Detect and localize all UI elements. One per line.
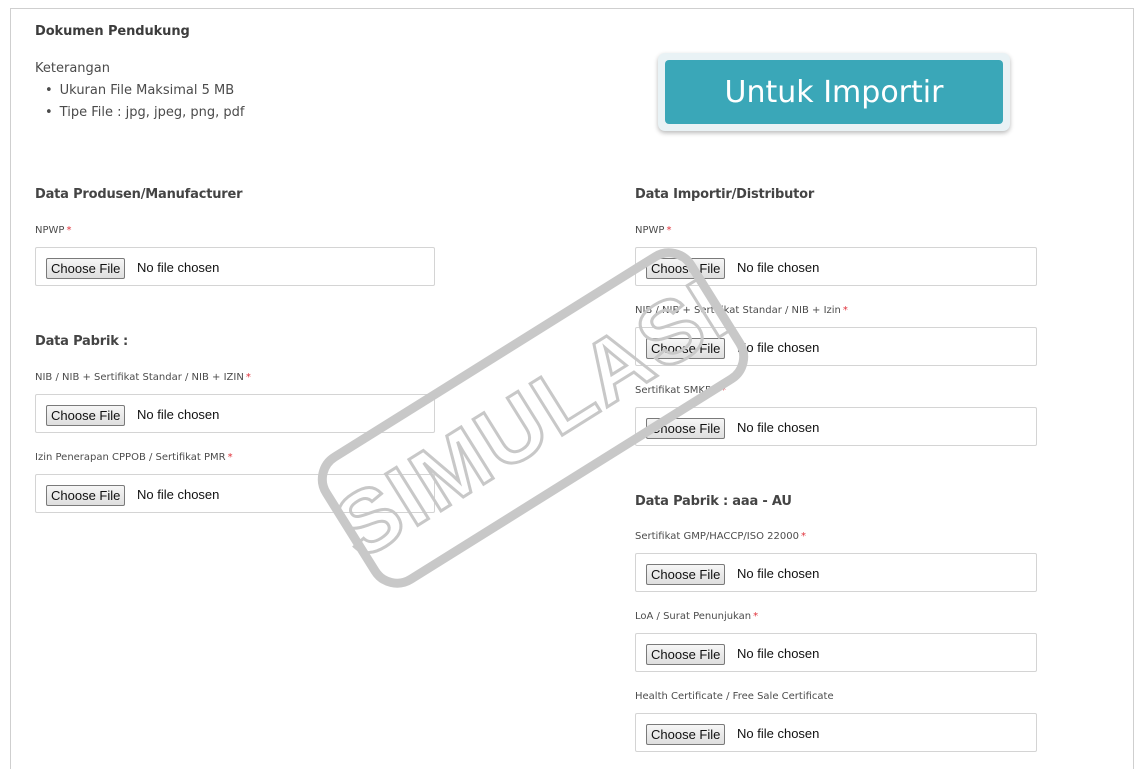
choose-file-button[interactable]: Choose File xyxy=(646,418,726,439)
file-status: No file chosen xyxy=(137,260,220,275)
loa-label: LoA / Surat Penunjukan * xyxy=(635,611,759,622)
file-status: No file chosen xyxy=(737,566,820,581)
importir-nib-label: NIB / NIB + Sertifikat Standar / NIB + I… xyxy=(635,305,848,316)
section-title: Dokumen Pendukung xyxy=(35,24,190,39)
importir-section-title: Data Importir/Distributor xyxy=(635,187,815,202)
factory-nib-label: NIB / NIB + Sertifikat Standar / NIB + I… xyxy=(35,372,251,383)
note-item-file-size: Ukuran File Maksimal 5 MB xyxy=(35,83,234,98)
factory-section-title: Data Pabrik : xyxy=(35,334,128,349)
importir-npwp-label: NPWP * xyxy=(635,225,672,236)
note-title: Keterangan xyxy=(35,61,110,76)
factory-nib-file-input[interactable]: Choose File No file chosen xyxy=(35,394,435,433)
factory-cppob-file-input[interactable]: Choose File No file chosen xyxy=(35,474,435,513)
gmp-file-input[interactable]: Choose File No file chosen xyxy=(635,553,1037,592)
choose-file-button[interactable]: Choose File xyxy=(646,724,726,745)
note-item-file-type: Tipe File : jpg, jpeg, png, pdf xyxy=(35,105,245,120)
file-status: No file chosen xyxy=(137,407,220,422)
choose-file-button[interactable]: Choose File xyxy=(646,258,726,279)
file-status: No file chosen xyxy=(737,646,820,661)
file-status: No file chosen xyxy=(737,260,820,275)
loa-file-input[interactable]: Choose File No file chosen xyxy=(635,633,1037,672)
file-status: No file chosen xyxy=(737,420,820,435)
importir-smkpo-label: Sertifikat SMKPO * xyxy=(635,385,726,396)
file-status: No file chosen xyxy=(737,726,820,741)
choose-file-button[interactable]: Choose File xyxy=(646,644,726,665)
health-certificate-label: Health Certificate / Free Sale Certifica… xyxy=(635,691,834,702)
manufacturer-section-title: Data Produsen/Manufacturer xyxy=(35,187,243,202)
gmp-label: Sertifikat GMP/HACCP/ISO 22000 * xyxy=(635,531,806,542)
choose-file-button[interactable]: Choose File xyxy=(646,338,726,359)
importir-npwp-file-input[interactable]: Choose File No file chosen xyxy=(635,247,1037,286)
file-status: No file chosen xyxy=(737,340,820,355)
choose-file-button[interactable]: Choose File xyxy=(646,564,726,585)
importir-smkpo-file-input[interactable]: Choose File No file chosen xyxy=(635,407,1037,446)
manufacturer-npwp-file-input[interactable]: Choose File No file chosen xyxy=(35,247,435,286)
choose-file-button[interactable]: Choose File xyxy=(46,258,126,279)
choose-file-button[interactable]: Choose File xyxy=(46,405,126,426)
health-certificate-file-input[interactable]: Choose File No file chosen xyxy=(635,713,1037,752)
file-status: No file chosen xyxy=(137,487,220,502)
importir-banner: Untuk Importir xyxy=(658,53,1010,131)
importir-factory-section-title: Data Pabrik : aaa - AU xyxy=(635,494,792,509)
choose-file-button[interactable]: Choose File xyxy=(46,485,126,506)
importir-nib-file-input[interactable]: Choose File No file chosen xyxy=(635,327,1037,366)
manufacturer-npwp-label: NPWP * xyxy=(35,225,72,236)
factory-cppob-label: Izin Penerapan CPPOB / Sertifikat PMR * xyxy=(35,452,233,463)
banner-text: Untuk Importir xyxy=(665,60,1003,124)
